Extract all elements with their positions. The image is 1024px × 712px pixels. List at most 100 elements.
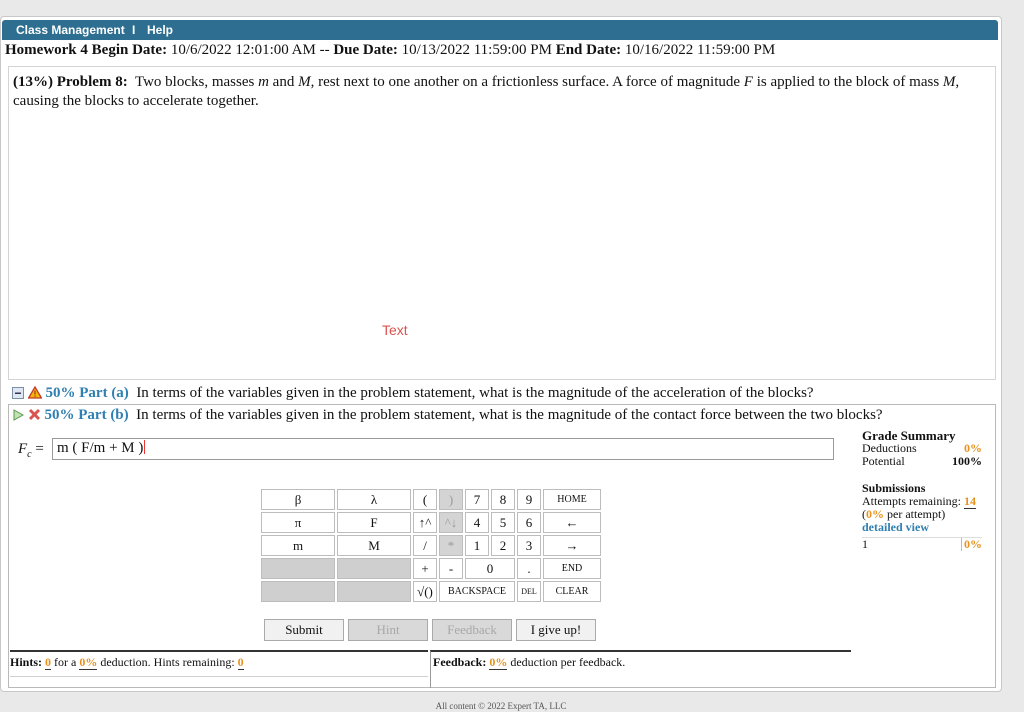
deductions-label: Deductions	[862, 441, 917, 455]
part-b-row[interactable]: 50% Part (b) In terms of the variables g…	[12, 407, 883, 424]
hints-label: Hints:	[10, 655, 43, 669]
var-M-2: M	[942, 74, 956, 90]
due-date: 10/13/2022 11:59:00 PM	[401, 42, 552, 58]
key-close-paren[interactable]: )	[439, 489, 463, 510]
hints-remaining: 0	[237, 655, 244, 670]
key-clear[interactable]: CLEAR	[543, 581, 601, 602]
incorrect-x-icon	[28, 408, 40, 421]
problem-text-1: Two blocks, masses	[134, 74, 255, 90]
warning-icon	[27, 386, 42, 399]
key-beta[interactable]: β	[261, 489, 335, 510]
key-lambda[interactable]: λ	[337, 489, 411, 510]
part-a-percent: 50% Part (a)	[45, 385, 129, 401]
key-blank	[261, 558, 335, 579]
key-home[interactable]: HOME	[543, 489, 601, 510]
potential-label: Potential	[862, 454, 905, 468]
key-left-arrow[interactable]: ←	[543, 512, 601, 533]
grade-summary: Grade Summary Deductions 0% Potential 10…	[862, 429, 982, 552]
answer-input[interactable]: m ( F/m + M )	[52, 438, 834, 460]
hint-button[interactable]: Hint	[348, 619, 428, 641]
answer-var: F	[18, 441, 28, 457]
var-M: M	[298, 74, 311, 90]
key-minus[interactable]: -	[439, 558, 463, 579]
key-7[interactable]: 7	[465, 489, 489, 510]
key-del[interactable]: DEL	[517, 581, 541, 602]
key-decimal[interactable]: .	[517, 558, 541, 579]
date-dash: --	[319, 42, 330, 58]
potential-value: 100%	[952, 454, 982, 468]
key-4[interactable]: 4	[465, 512, 489, 533]
homework-dates: Homework 4 Begin Date: 10/6/2022 12:01:0…	[5, 42, 775, 59]
key-exponent-down[interactable]: ^↓	[439, 512, 463, 533]
key-3[interactable]: 3	[517, 535, 541, 556]
key-5[interactable]: 5	[491, 512, 515, 533]
key-end[interactable]: END	[543, 558, 601, 579]
key-divide[interactable]: /	[413, 535, 437, 556]
footer-copyright: All content © 2022 Expert TA, LLC	[435, 701, 567, 711]
menu-separator: I	[132, 23, 136, 37]
problem-text-2: and	[272, 74, 295, 90]
collapse-icon[interactable]	[12, 387, 24, 399]
hints-deduction-text: deduction. Hints remaining:	[100, 655, 235, 669]
key-1[interactable]: 1	[465, 535, 489, 556]
attempts-remaining: 14	[963, 494, 976, 509]
problem-text-3: , rest next to one another on a friction…	[310, 74, 741, 90]
detailed-view-link[interactable]: detailed view	[862, 521, 982, 534]
begin-date: 10/6/2022 12:01:00 AM	[170, 42, 316, 58]
submit-button[interactable]: Submit	[264, 619, 344, 641]
answer-subscript: c	[27, 449, 32, 460]
feedback-panel: Feedback: 0% deduction per feedback.	[430, 650, 851, 688]
end-label: End Date:	[555, 42, 622, 58]
part-a-row[interactable]: 50% Part (a) In terms of the variables g…	[12, 385, 814, 402]
part-b-percent: 50% Part (b)	[44, 407, 129, 423]
answer-value: m ( F/m + M )	[57, 440, 144, 456]
menu-bar: Class Management I Help	[2, 20, 998, 40]
key-open-paren[interactable]: (	[413, 489, 437, 510]
key-plus[interactable]: +	[413, 558, 437, 579]
problem-weight: (13%)	[13, 74, 53, 90]
figure-text: Text	[382, 322, 408, 338]
end-date: 10/16/2022 11:59:00 PM	[624, 42, 776, 58]
key-sqrt[interactable]: √()	[413, 581, 437, 602]
problem-text-4: is applied to the block of mass	[756, 74, 940, 90]
due-label: Due Date:	[333, 42, 398, 58]
feedback-text: deduction per feedback.	[510, 655, 626, 669]
problem-label: Problem 8:	[56, 74, 128, 90]
var-F: F	[743, 74, 753, 90]
key-backspace[interactable]: BACKSPACE	[439, 581, 515, 602]
menu-help[interactable]: Help	[147, 23, 173, 37]
part-a-question: In terms of the variables given in the p…	[136, 385, 814, 401]
key-m[interactable]: m	[261, 535, 335, 556]
expand-arrow-icon[interactable]	[12, 409, 24, 421]
per-attempt-value: 0%	[866, 507, 884, 521]
key-F[interactable]: F	[337, 512, 411, 533]
begin-label: Begin Date:	[91, 42, 168, 58]
key-8[interactable]: 8	[491, 489, 515, 510]
key-6[interactable]: 6	[517, 512, 541, 533]
key-multiply[interactable]: *	[439, 535, 463, 556]
homework-name: Homework 4	[5, 42, 88, 58]
problem-statement: (13%) Problem 8: Two blocks, masses m an…	[13, 73, 983, 111]
key-2[interactable]: 2	[491, 535, 515, 556]
hints-count: 0	[45, 655, 52, 670]
key-exponent-up[interactable]: ↑^	[413, 512, 437, 533]
key-9[interactable]: 9	[517, 489, 541, 510]
attempts-label: Attempts remaining:	[862, 494, 961, 508]
key-right-arrow[interactable]: →	[543, 535, 601, 556]
key-M[interactable]: M	[337, 535, 411, 556]
key-pi[interactable]: π	[261, 512, 335, 533]
feedback-label: Feedback:	[433, 655, 487, 669]
key-blank	[337, 581, 411, 602]
per-attempt-label: per attempt)	[887, 507, 946, 521]
symbol-keypad: β λ ( ) 7 8 9 HOME π F ↑^ ^↓ 4 5 6 ← m M…	[259, 487, 603, 604]
hints-panel: Hints: 0 for a 0% deduction. Hints remai…	[10, 650, 428, 688]
give-up-button[interactable]: I give up!	[516, 619, 596, 641]
part-b-question: In terms of the variables given in the p…	[136, 407, 883, 423]
menu-class-management[interactable]: Class Management	[16, 23, 125, 37]
submission-row-value: 0%	[961, 538, 982, 551]
hints-for-a: for a	[54, 655, 77, 669]
key-0[interactable]: 0	[465, 558, 515, 579]
hints-divider	[10, 676, 428, 677]
problem-panel: (13%) Problem 8: Two blocks, masses m an…	[8, 66, 996, 380]
feedback-button[interactable]: Feedback	[432, 619, 512, 641]
